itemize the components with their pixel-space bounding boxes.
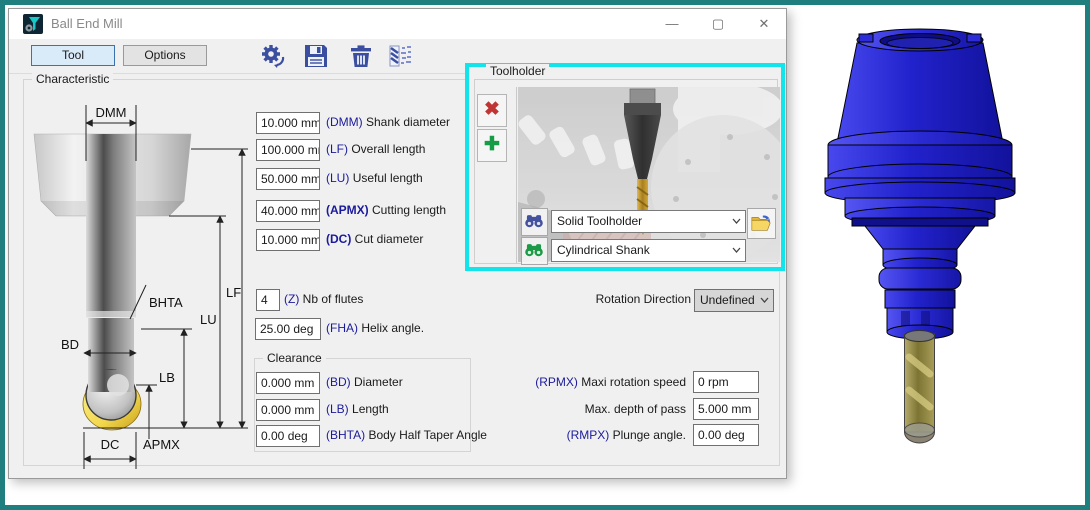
clearance-lb-label: (LB) Length — [326, 398, 389, 420]
dmm-text: Shank diameter — [366, 115, 450, 129]
clearance-group-label: Clearance — [263, 351, 326, 365]
dc-code: (DC) — [326, 232, 351, 246]
open-folder-icon — [750, 212, 772, 234]
lf-label: (LF) Overall length — [326, 138, 425, 160]
save-icon[interactable] — [302, 42, 330, 70]
browse-toolholder-button[interactable] — [747, 208, 776, 239]
toolholder-machine-photo — [518, 87, 780, 262]
helix-label: (FHA) Helix angle. — [326, 317, 424, 339]
tab-options[interactable]: Options — [123, 45, 207, 66]
dim-bhta: BHTA — [149, 295, 183, 310]
lf-text: Overall length — [351, 142, 425, 156]
clearance-bd-label: (BD) Diameter — [326, 371, 403, 393]
rpmx-text: Maxi rotation speed — [581, 375, 686, 389]
characteristic-group-label: Characteristic — [32, 72, 113, 86]
toolholder-type-value: Solid Toolholder — [557, 214, 642, 228]
clearance-lb-input[interactable]: 0.000 mm — [256, 399, 320, 421]
chevron-down-icon — [732, 247, 741, 253]
lu-code: (LU) — [326, 171, 349, 185]
title-bar: Ball End Mill — ▢ ✕ — [9, 9, 786, 39]
toolholder-group-label: Toolholder — [486, 64, 549, 78]
clearance-lb-code: (LB) — [326, 402, 349, 416]
dim-lu: LU — [200, 312, 217, 327]
lu-input[interactable]: 50.000 mm — [256, 168, 320, 190]
clearance-bd-code: (BD) — [326, 375, 351, 389]
toolholder-type-select[interactable]: Solid Toolholder — [551, 210, 746, 233]
rmpx-label: (RMPX) Plunge angle. — [426, 424, 686, 446]
clearance-bd-text: Diameter — [354, 375, 403, 389]
clearance-bd-input[interactable]: 0.000 mm — [256, 372, 320, 394]
maximize-button[interactable]: ▢ — [703, 12, 733, 36]
search-shank-button[interactable] — [521, 237, 548, 265]
toolholder-separator — [516, 87, 517, 263]
app-icon — [23, 14, 43, 34]
rotation-direction-label: Rotation Direction — [491, 288, 691, 310]
clearance-lb-text: Length — [352, 402, 389, 416]
lf-code: (LF) — [326, 142, 348, 156]
rotation-direction-select[interactable]: Undefined — [694, 289, 774, 312]
helix-text: Helix angle. — [361, 321, 424, 335]
chevron-down-icon — [760, 297, 769, 303]
delete-trash-icon[interactable] — [347, 42, 375, 70]
rotation-direction-value: Undefined — [700, 293, 755, 307]
dim-lf: LF — [226, 285, 241, 300]
tab-tool[interactable]: Tool — [31, 45, 115, 66]
shank-type-select[interactable]: Cylindrical Shank — [551, 239, 746, 262]
dim-dc: DC — [101, 437, 120, 452]
rpmx-code: (RPMX) — [535, 375, 578, 389]
settings-gear-icon[interactable] — [259, 42, 287, 70]
lu-text: Useful length — [353, 171, 423, 185]
rmpx-code: (RMPX) — [567, 428, 610, 442]
clearance-bhta-code: (BHTA) — [326, 428, 365, 442]
apmx-label: (APMX) Cutting length — [326, 199, 446, 221]
tool-info-icon[interactable] — [387, 42, 415, 70]
toolholder-highlight-box: Toolholder ✖ ✚ — [465, 63, 785, 271]
binoculars-green-icon — [524, 242, 544, 258]
tool-silhouette — [34, 134, 191, 430]
flutes-input[interactable]: 4 — [256, 289, 280, 311]
rmpx-text: Plunge angle. — [613, 428, 686, 442]
toolholder-3d-render[interactable] — [815, 12, 1065, 467]
dmm-label: (DMM) Shank diameter — [326, 111, 450, 133]
search-toolholder-button[interactable] — [521, 208, 548, 236]
dmm-code: (DMM) — [326, 115, 363, 129]
binoculars-blue-icon — [524, 213, 544, 229]
dim-lb: LB — [159, 370, 175, 385]
tool-dimension-diagram: DMM LF LU LB BD BHTA DC APMX — [26, 89, 256, 469]
rmpx-input[interactable]: 0.00 deg — [693, 424, 759, 446]
depth-of-pass-label: Max. depth of pass — [426, 398, 686, 420]
render-tool-bit — [905, 331, 935, 444]
dim-dmm: DMM — [95, 105, 126, 120]
minimize-button[interactable]: — — [657, 12, 687, 36]
lu-label: (LU) Useful length — [326, 167, 423, 189]
dc-label: (DC) Cut diameter — [326, 228, 423, 250]
rpmx-label: (RPMX) Maxi rotation speed — [426, 371, 686, 393]
dc-text: Cut diameter — [355, 232, 424, 246]
ball-end-mill-dialog: Ball End Mill — ▢ ✕ Tool Options — [8, 8, 787, 479]
flutes-label: (Z) Nb of flutes — [284, 288, 363, 310]
lf-input[interactable]: 100.000 mm — [256, 139, 320, 161]
clearance-bhta-input[interactable]: 0.00 deg — [256, 425, 320, 447]
add-toolholder-button[interactable]: ✚ — [477, 129, 507, 162]
flutes-code: (Z) — [284, 292, 299, 306]
window-title: Ball End Mill — [51, 9, 123, 39]
dmm-input[interactable]: 10.000 mm — [256, 112, 320, 134]
dim-apmx: APMX — [143, 437, 180, 452]
flutes-text: Nb of flutes — [303, 292, 364, 306]
apmx-code: (APMX) — [326, 203, 369, 217]
helix-code: (FHA) — [326, 321, 358, 335]
rpmx-input[interactable]: 0 rpm — [693, 371, 759, 393]
chevron-down-icon — [732, 218, 741, 224]
close-button[interactable]: ✕ — [749, 12, 779, 36]
depth-of-pass-input[interactable]: 5.000 mm — [693, 398, 759, 420]
dc-input[interactable]: 10.000 mm — [256, 229, 320, 251]
remove-toolholder-button[interactable]: ✖ — [477, 94, 507, 127]
shank-type-value: Cylindrical Shank — [557, 243, 650, 257]
helix-input[interactable]: 25.00 deg — [255, 318, 321, 340]
apmx-input[interactable]: 40.000 mm — [256, 200, 320, 222]
apmx-text: Cutting length — [372, 203, 446, 217]
dim-bd: BD — [61, 337, 79, 352]
